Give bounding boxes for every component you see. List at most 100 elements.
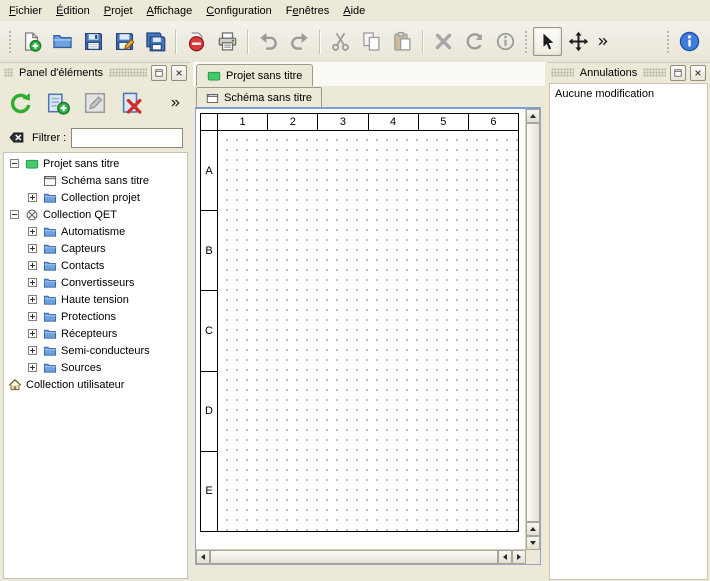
float-panel-button[interactable] (151, 65, 167, 81)
menu-bar: FichierÉditionProjetAffichageConfigurati… (0, 0, 710, 21)
tab-project[interactable]: Projet sans titre (196, 64, 313, 87)
toolbar-handle[interactable] (8, 30, 13, 54)
horizontal-scrollbar[interactable] (196, 549, 526, 564)
scroll-left-button[interactable] (196, 550, 210, 564)
tree-item-protections[interactable]: Protections (4, 308, 187, 325)
toolbar-overflow-button[interactable] (594, 35, 611, 48)
tree-item-semi-conducteurs[interactable]: Semi-conducteurs (4, 342, 187, 359)
tree-item-label: Schéma sans titre (61, 175, 149, 187)
copy-button[interactable] (357, 27, 386, 56)
expander-plus-icon (26, 295, 39, 304)
move-cross-button[interactable] (564, 27, 593, 56)
tree-item-sources[interactable]: Sources (4, 359, 187, 376)
clear-filter-button[interactable] (6, 129, 27, 146)
vscroll-track[interactable] (526, 123, 540, 522)
reload-button[interactable] (6, 88, 36, 118)
toolbar-handle[interactable] (524, 30, 529, 54)
menu-aide[interactable]: Aide (336, 2, 372, 20)
close-panel-button[interactable] (171, 65, 187, 81)
tree-item-contacts[interactable]: Contacts (4, 257, 187, 274)
vscroll-thumb[interactable] (526, 123, 540, 522)
save-file-button[interactable] (79, 27, 108, 56)
undo-list: Aucune modification (549, 83, 708, 580)
hscroll-track[interactable] (210, 550, 498, 564)
panel-overflow-button[interactable] (169, 97, 185, 109)
tree-item-automatisme[interactable]: Automatisme (4, 223, 187, 240)
element-edit-button[interactable] (80, 88, 110, 118)
element-edit-icon (83, 91, 107, 115)
scroll-up-button-2[interactable] (526, 522, 540, 536)
diagram-view[interactable]: 123456 ABCDE (196, 109, 526, 550)
folder-icon (43, 259, 57, 273)
row-headers: ABCDE (201, 131, 218, 531)
subtab-label: Schéma sans titre (224, 92, 312, 104)
scroll-down-button[interactable] (526, 536, 540, 550)
scroll-left-button-2[interactable] (498, 550, 512, 564)
scroll-right-button[interactable] (512, 550, 526, 564)
undo-panel-titlebar[interactable]: Annulations (548, 64, 709, 81)
menu-configuration[interactable]: Configuration (199, 2, 279, 20)
schema-canvas[interactable] (218, 131, 518, 531)
tree-item-convertisseurs[interactable]: Convertisseurs (4, 274, 187, 291)
arrow-right-icon (517, 554, 521, 560)
schema-icon (43, 174, 57, 188)
undo-list-item[interactable]: Aucune modification (553, 86, 704, 102)
project-icon (25, 157, 39, 171)
print-button[interactable] (213, 27, 242, 56)
elements-panel-titlebar[interactable]: Panel d'éléments (1, 64, 190, 81)
tree-item-collection-projet[interactable]: Collection projet (4, 189, 187, 206)
toolbar-separator (319, 30, 321, 54)
close-file-button[interactable] (182, 27, 211, 56)
scroll-up-button[interactable] (526, 109, 540, 123)
undo-panel-title: Annulations (578, 67, 640, 79)
menu-projet[interactable]: Projet (97, 2, 140, 20)
tree-item-collection-utilisateur[interactable]: Collection utilisateur (4, 376, 187, 393)
menu-fichier[interactable]: Fichier (2, 2, 49, 20)
undo-button[interactable] (254, 27, 283, 56)
paste-button[interactable] (388, 27, 417, 56)
arrow-left-icon (503, 554, 507, 560)
cut-button[interactable] (326, 27, 355, 56)
open-folder-button[interactable] (48, 27, 77, 56)
element-delete-icon (120, 91, 144, 115)
element-new-button[interactable] (43, 88, 73, 118)
save-all-icon (145, 31, 166, 52)
expander-plus-icon (26, 244, 39, 253)
toolbar-handle[interactable] (666, 30, 671, 54)
filter-input[interactable] (71, 128, 183, 148)
cursor-arrow-icon (537, 31, 558, 52)
expander-plus-icon (26, 193, 39, 202)
folder-icon (43, 344, 57, 358)
close-panel-button[interactable] (690, 65, 706, 81)
save-as-button[interactable] (110, 27, 139, 56)
rotate-button[interactable] (460, 27, 489, 56)
save-all-button[interactable] (141, 27, 170, 56)
info-circle-button[interactable] (491, 27, 520, 56)
tree-item-haute-tension[interactable]: Haute tension (4, 291, 187, 308)
new-document-button[interactable] (17, 27, 46, 56)
element-delete-button[interactable] (117, 88, 147, 118)
tree-item-collection-qet[interactable]: Collection QET (4, 206, 187, 223)
tab-schema[interactable]: Schéma sans titre (196, 87, 322, 108)
cursor-arrow-button[interactable] (533, 27, 562, 56)
menu-edition[interactable]: Édition (49, 2, 97, 20)
vertical-scrollbar[interactable] (525, 109, 540, 550)
column-header-5: 5 (419, 114, 469, 130)
tree-item-recepteurs[interactable]: Récepteurs (4, 325, 187, 342)
menu-affichage[interactable]: Affichage (140, 2, 200, 20)
menu-fenetres[interactable]: Fenêtres (279, 2, 336, 20)
redo-button[interactable] (285, 27, 314, 56)
reload-icon (9, 91, 33, 115)
hscroll-thumb[interactable] (210, 550, 498, 564)
expander-plus-icon (26, 227, 39, 236)
float-panel-button[interactable] (670, 65, 686, 81)
tree-item-projet-sans-titre[interactable]: Projet sans titre (4, 155, 187, 172)
rotate-icon (464, 31, 485, 52)
float-window-icon (673, 68, 683, 78)
filter-label: Filtrer : (32, 132, 66, 144)
tree-item-schema-sans-titre[interactable]: Schéma sans titre (4, 172, 187, 189)
delete-button[interactable] (429, 27, 458, 56)
tree-item-capteurs[interactable]: Capteurs (4, 240, 187, 257)
toolbar-separator (422, 30, 424, 54)
about-info-button[interactable] (675, 27, 704, 56)
